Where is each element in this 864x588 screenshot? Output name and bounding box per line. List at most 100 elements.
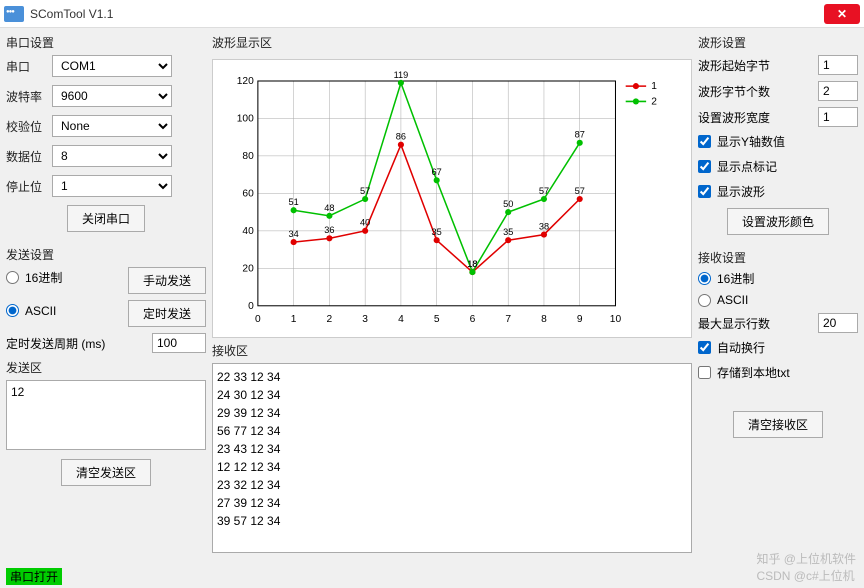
svg-text:48: 48 bbox=[324, 203, 334, 213]
parity-label: 校验位 bbox=[6, 118, 52, 135]
title-bar: SComTool V1.1 ✕ bbox=[0, 0, 864, 28]
manual-send-button[interactable]: 手动发送 bbox=[128, 267, 206, 294]
close-port-button[interactable]: 关闭串口 bbox=[67, 205, 145, 232]
svg-text:120: 120 bbox=[237, 76, 254, 87]
start-byte-label: 波形起始字节 bbox=[698, 57, 818, 74]
app-title: SComTool V1.1 bbox=[30, 7, 824, 21]
save-txt-label: 存储到本地txt bbox=[717, 364, 790, 381]
wave-settings-group: 波形设置 波形起始字节 波形字节个数 设置波形宽度 显示Y轴数值 显示点标记 显… bbox=[698, 34, 858, 235]
svg-text:7: 7 bbox=[505, 314, 511, 325]
period-input[interactable] bbox=[152, 333, 206, 353]
watermark: 知乎 @上位机软件 CSDN @c#上位机 bbox=[756, 550, 856, 584]
recv-settings-group: 接收设置 16进制 ASCII 最大显示行数 自动换行 存储到本地txt 清空接… bbox=[698, 249, 858, 438]
svg-text:80: 80 bbox=[242, 151, 254, 162]
wave-group-label: 波形显示区 bbox=[212, 34, 692, 51]
svg-text:57: 57 bbox=[360, 186, 370, 196]
recv-group-label: 接收区 bbox=[212, 342, 692, 359]
recv-textbox[interactable]: 22 33 12 34 24 30 12 34 29 39 12 34 56 7… bbox=[212, 363, 692, 553]
recv-ascii-label: ASCII bbox=[717, 293, 748, 307]
port-select[interactable]: COM1 bbox=[52, 55, 172, 77]
wave-width-input[interactable] bbox=[818, 107, 858, 127]
svg-text:9: 9 bbox=[577, 314, 583, 325]
svg-text:2: 2 bbox=[651, 97, 657, 108]
send-ascii-label: ASCII bbox=[25, 304, 56, 318]
databits-select[interactable]: 8 bbox=[52, 145, 172, 167]
svg-text:34: 34 bbox=[289, 229, 299, 239]
svg-text:119: 119 bbox=[394, 70, 409, 80]
send-hex-radio[interactable] bbox=[6, 271, 19, 284]
timed-send-button[interactable]: 定时发送 bbox=[128, 300, 206, 327]
parity-select[interactable]: None bbox=[52, 115, 172, 137]
send-textarea[interactable] bbox=[6, 380, 206, 450]
wave-width-label: 设置波形宽度 bbox=[698, 109, 818, 126]
svg-text:10: 10 bbox=[610, 314, 622, 325]
maxlines-input[interactable] bbox=[818, 313, 858, 333]
svg-text:35: 35 bbox=[503, 227, 513, 237]
svg-text:35: 35 bbox=[432, 227, 442, 237]
svg-text:50: 50 bbox=[503, 199, 513, 209]
svg-text:57: 57 bbox=[539, 186, 549, 196]
svg-text:60: 60 bbox=[242, 188, 254, 199]
recv-set-label: 接收设置 bbox=[698, 249, 858, 266]
show-y-checkbox[interactable] bbox=[698, 135, 711, 148]
serial-settings-group: 串口设置 串口COM1 波特率9600 校验位None 数据位8 停止位1 关闭… bbox=[6, 34, 206, 232]
svg-text:40: 40 bbox=[360, 218, 370, 228]
databits-label: 数据位 bbox=[6, 148, 52, 165]
port-label: 串口 bbox=[6, 58, 52, 75]
svg-text:67: 67 bbox=[432, 167, 442, 177]
status-bar: 串口打开 bbox=[0, 568, 864, 586]
show-wave-label: 显示波形 bbox=[717, 183, 765, 200]
svg-text:86: 86 bbox=[396, 132, 406, 142]
svg-text:20: 20 bbox=[242, 263, 254, 274]
wave-chart: 0123456789100204060801001203436408635183… bbox=[212, 59, 692, 338]
svg-text:8: 8 bbox=[541, 314, 547, 325]
svg-text:1: 1 bbox=[651, 81, 657, 92]
start-byte-input[interactable] bbox=[818, 55, 858, 75]
show-y-label: 显示Y轴数值 bbox=[717, 133, 785, 150]
close-button[interactable]: ✕ bbox=[824, 4, 860, 24]
show-marker-label: 显示点标记 bbox=[717, 158, 777, 175]
svg-text:100: 100 bbox=[237, 114, 254, 125]
show-marker-checkbox[interactable] bbox=[698, 160, 711, 173]
send-area-label: 发送区 bbox=[6, 359, 206, 376]
svg-text:4: 4 bbox=[398, 314, 404, 325]
recv-hex-radio[interactable] bbox=[698, 272, 711, 285]
maxlines-label: 最大显示行数 bbox=[698, 315, 818, 332]
byte-count-input[interactable] bbox=[818, 81, 858, 101]
clear-recv-button[interactable]: 清空接收区 bbox=[733, 411, 823, 438]
svg-text:38: 38 bbox=[539, 221, 549, 231]
svg-text:57: 57 bbox=[575, 186, 585, 196]
clear-send-button[interactable]: 清空发送区 bbox=[61, 459, 151, 486]
byte-count-label: 波形字节个数 bbox=[698, 83, 818, 100]
serial-group-label: 串口设置 bbox=[6, 34, 206, 51]
svg-text:3: 3 bbox=[362, 314, 368, 325]
wave-color-button[interactable]: 设置波形颜色 bbox=[727, 208, 829, 235]
svg-text:51: 51 bbox=[289, 197, 299, 207]
save-txt-checkbox[interactable] bbox=[698, 366, 711, 379]
status-port-open: 串口打开 bbox=[6, 568, 62, 585]
app-icon bbox=[4, 6, 24, 22]
svg-text:0: 0 bbox=[255, 314, 261, 325]
baud-select[interactable]: 9600 bbox=[52, 85, 172, 107]
svg-text:6: 6 bbox=[470, 314, 476, 325]
svg-text:2: 2 bbox=[327, 314, 333, 325]
autowrap-checkbox[interactable] bbox=[698, 341, 711, 354]
svg-text:40: 40 bbox=[242, 226, 254, 237]
stopbits-label: 停止位 bbox=[6, 178, 52, 195]
svg-text:87: 87 bbox=[575, 130, 585, 140]
stopbits-select[interactable]: 1 bbox=[52, 175, 172, 197]
period-label: 定时发送周期 (ms) bbox=[6, 335, 105, 352]
wave-set-label: 波形设置 bbox=[698, 34, 858, 51]
send-ascii-radio[interactable] bbox=[6, 304, 19, 317]
autowrap-label: 自动换行 bbox=[717, 339, 765, 356]
svg-text:1: 1 bbox=[291, 314, 297, 325]
send-settings-group: 发送设置 16进制 手动发送 ASCII 定时发送 定时发送周期 (ms) 发送… bbox=[6, 246, 206, 486]
recv-ascii-radio[interactable] bbox=[698, 294, 711, 307]
show-wave-checkbox[interactable] bbox=[698, 185, 711, 198]
send-hex-label: 16进制 bbox=[25, 269, 62, 286]
svg-text:5: 5 bbox=[434, 314, 440, 325]
svg-text:18: 18 bbox=[467, 259, 477, 269]
svg-text:0: 0 bbox=[248, 301, 254, 312]
recv-hex-label: 16进制 bbox=[717, 270, 754, 287]
svg-text:36: 36 bbox=[324, 225, 334, 235]
